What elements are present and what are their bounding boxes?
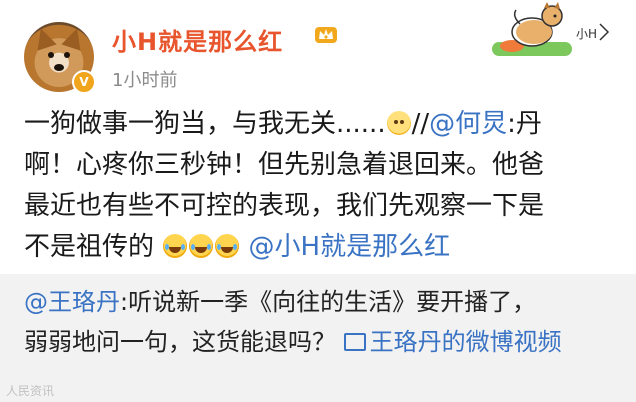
mention-xiaoh[interactable]: @小H就是那么红 (249, 232, 451, 262)
username-link[interactable]: 小H就是那么红 (112, 22, 283, 57)
avatar-eye-right (64, 52, 70, 58)
post-line1-c: :丹 (507, 109, 542, 139)
dog-sticker-icon: 小H (492, 2, 610, 56)
post-line4-a: 不是祖传的 (24, 232, 155, 262)
post-body: 一狗做事一狗当，与我无关...... //@何炅:丹 啊！心疼你三秒钟！但先别急着… (24, 104, 620, 268)
video-icon (343, 333, 366, 351)
sad-emoji-icon (386, 111, 411, 135)
crown-icon (315, 27, 337, 43)
avatar-nose (54, 64, 64, 71)
sticker-label: 小H (576, 27, 597, 41)
post-line1-a: 一狗做事一狗当，与我无关...... (24, 109, 386, 139)
avatar-eye-left (48, 52, 54, 58)
post-line1-b: // (411, 109, 430, 139)
repost-text: @王珞丹:听说新一季《向往的生活》要开播了， 弱弱地问一句，这货能退吗？ 王珞丹… (24, 282, 624, 362)
video-link[interactable]: 王珞丹的微博视频 (343, 328, 562, 356)
mention-wangluodan[interactable]: @王珞丹 (24, 288, 120, 316)
laugh-cry-emoji-icon (163, 234, 188, 258)
video-link-label: 王珞丹的微博视频 (369, 328, 562, 356)
post-line2: 啊！心疼你三秒钟！但先别急着退回来。他爸 (24, 150, 545, 180)
repost-text-2: 弱弱地问一句，这货能退吗？ (24, 328, 336, 356)
avatar-ear-right (61, 25, 87, 51)
post-time: 1小时前 (112, 70, 178, 91)
mention-hejiong[interactable]: @何炅 (429, 109, 507, 139)
avatar-ear-left (31, 25, 57, 51)
laugh-cry-emoji-icon (215, 234, 240, 258)
laugh-cry-emoji-icon (189, 234, 214, 258)
post-line3: 最近也有些不可控的表现，我们先观察一下是 (24, 191, 545, 221)
repost-text-1: :听说新一季《向往的生活》要开播了， (120, 288, 537, 316)
verified-badge-icon: V (72, 70, 96, 94)
watermark: 人民资讯 (6, 384, 55, 398)
